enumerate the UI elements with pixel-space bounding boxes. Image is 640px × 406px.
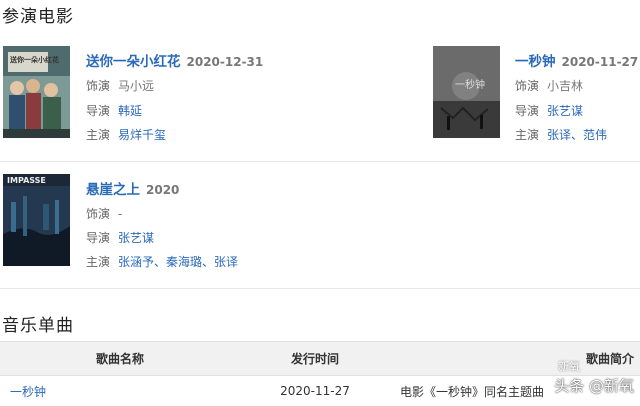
header-song-name: 歌曲名称 [0, 342, 240, 376]
film-title-yimiaozhong[interactable]: 一秒钟 [515, 54, 556, 70]
director-link[interactable]: 韩延 [118, 104, 142, 118]
role-value: 马小远 [118, 79, 154, 93]
film-director-row: 导演张艺谋 [515, 102, 583, 119]
film-date: 2020 [146, 183, 179, 197]
films-divider [0, 161, 640, 162]
cast-link[interactable]: 张涵予、秦海璐、张译 [118, 255, 238, 269]
role-value: - [118, 207, 122, 221]
table-row: 一秒钟 2020-11-27 电影《一秒钟》同名主题曲 [0, 376, 640, 406]
poster-title-text: IMPASSE [7, 176, 46, 185]
music-section-title: 音乐单曲 [2, 311, 74, 336]
role-value: 小吉林 [547, 79, 583, 93]
director-label: 导演 [86, 104, 110, 118]
role-label: 饰演 [86, 207, 110, 221]
music-divider [0, 288, 640, 289]
film-role-row: 饰演马小远 [86, 77, 154, 94]
films-section-title: 参演电影 [2, 2, 74, 27]
film-poster-yimiaozhong[interactable]: 一秒钟 [433, 46, 500, 138]
header-song-intro: 歌曲简介 [390, 342, 640, 376]
film-director-row: 导演张艺谋 [86, 229, 154, 246]
film-poster-xuanya[interactable]: IMPASSE [3, 174, 70, 266]
role-label: 饰演 [515, 79, 539, 93]
film-cast-row: 主演易烊千玺 [86, 126, 166, 143]
film-cast-row: 主演张涵予、秦海璐、张译 [86, 253, 238, 270]
watermark-text: 头条 @新氧 [554, 375, 634, 396]
film-poster-songni[interactable]: 送你一朵小红花 [3, 46, 70, 138]
director-label: 导演 [515, 104, 539, 118]
role-label: 饰演 [86, 79, 110, 93]
film-role-row: 饰演- [86, 205, 122, 222]
film-director-row: 导演韩延 [86, 102, 142, 119]
film-role-row: 饰演小吉林 [515, 77, 583, 94]
director-label: 导演 [86, 231, 110, 245]
cast-link[interactable]: 张译、范伟 [547, 128, 607, 142]
poster-title-text: 一秒钟 [455, 76, 485, 91]
director-link[interactable]: 张艺谋 [118, 231, 154, 245]
cast-link[interactable]: 易烊千玺 [118, 128, 166, 142]
film-title-songni[interactable]: 送你一朵小红花 [86, 54, 181, 70]
film-date: 2020-11-27 [562, 55, 639, 69]
header-release-date: 发行时间 [240, 342, 390, 376]
film-cast-row: 主演张译、范伟 [515, 126, 607, 143]
watermark-logo: 新氧 [558, 358, 580, 374]
film-title-xuanya[interactable]: 悬崖之上 [86, 182, 140, 198]
songs-table: 歌曲名称 发行时间 歌曲简介 一秒钟 2020-11-27 电影《一秒钟》同名主… [0, 341, 640, 406]
songs-header-row: 歌曲名称 发行时间 歌曲简介 [0, 342, 640, 376]
cast-label: 主演 [86, 128, 110, 142]
song-release-date: 2020-11-27 [240, 376, 390, 406]
director-link[interactable]: 张艺谋 [547, 104, 583, 118]
song-name-link[interactable]: 一秒钟 [10, 385, 46, 399]
film-date: 2020-12-31 [187, 55, 264, 69]
cast-label: 主演 [86, 255, 110, 269]
cast-label: 主演 [515, 128, 539, 142]
poster-title-text: 送你一朵小红花 [10, 55, 59, 65]
